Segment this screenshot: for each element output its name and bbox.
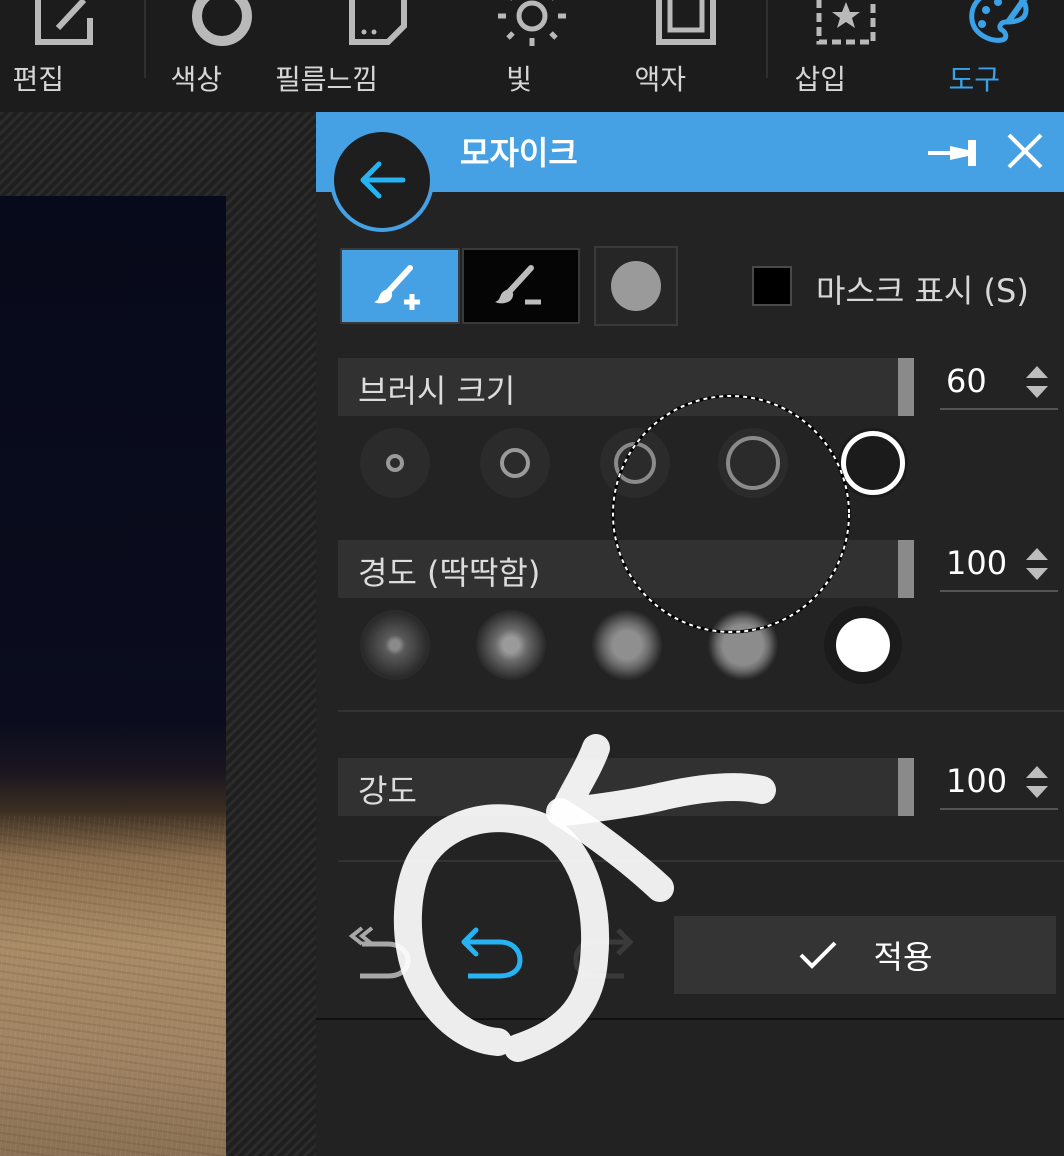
hardness-slider[interactable]: 경도 (딱딱함) [338, 540, 914, 598]
mosaic-panel: 모자이크 마스크 표시 (S) 브러시 크기 60 경도 (딱딱함) 100 강… [316, 112, 1064, 1020]
strength-slider[interactable]: 강도 [338, 758, 914, 816]
erase-brush-icon [495, 265, 541, 305]
hardness-dot-icon [836, 618, 890, 672]
edit-icon [35, 0, 93, 45]
add-brush-button[interactable] [340, 248, 460, 324]
apply-label: 적용 [873, 938, 933, 976]
add-brush-icon [374, 265, 420, 310]
hardness-preset-2[interactable] [476, 610, 546, 680]
size-ring-icon [841, 431, 905, 495]
pin-icon[interactable] [928, 136, 986, 170]
strength-value: 100 [946, 762, 1008, 800]
hardness-preset-3[interactable] [592, 610, 662, 680]
toolbar-separator [144, 0, 146, 78]
divider [338, 860, 1064, 862]
size-ring-icon [500, 448, 530, 478]
hardness-label: 경도 (딱딱함) [358, 554, 541, 592]
apply-button[interactable]: 적용 [674, 916, 1056, 994]
star-sticker-icon [816, 0, 876, 45]
toolbar-separator [766, 0, 768, 78]
hardness-value: 100 [946, 544, 1008, 582]
photo-canvas[interactable] [0, 112, 316, 1156]
photo-image [0, 196, 226, 1156]
panel-title: 모자이크 [460, 134, 578, 172]
size-preset-3[interactable] [600, 428, 670, 498]
stepper-icon[interactable] [1024, 544, 1050, 584]
tab-label: 빛 [506, 63, 533, 96]
hardness-preset-5[interactable] [824, 606, 902, 684]
hardness-preset-1[interactable] [360, 610, 430, 680]
size-preset-2[interactable] [480, 428, 550, 498]
film-icon [349, 0, 407, 45]
brush-size-value: 60 [946, 362, 987, 400]
hardness-preset-4[interactable] [708, 610, 778, 680]
back-arrow-icon [360, 161, 406, 199]
tab-label: 액자 [634, 63, 686, 96]
top-toolbar: 편집 색상 필름느낌 빛 액자 삽입 도구 [0, 0, 1064, 112]
undo-icon[interactable] [458, 924, 524, 984]
undo-all-icon[interactable] [348, 924, 412, 984]
sun-icon [498, 0, 566, 46]
stepper-icon[interactable] [1024, 762, 1050, 802]
size-preset-5[interactable] [838, 428, 908, 498]
stepper-icon[interactable] [1024, 362, 1050, 402]
fill-brush-button[interactable] [594, 246, 678, 326]
strength-value-field[interactable]: 100 [940, 758, 1058, 810]
erase-brush-button[interactable] [462, 248, 580, 324]
checkmark-icon [799, 941, 836, 969]
mask-checkbox[interactable] [752, 266, 792, 306]
tab-label: 편집 [12, 63, 64, 96]
frame-icon [656, 0, 716, 45]
size-ring-icon [614, 442, 656, 484]
brush-size-label: 브러시 크기 [358, 372, 516, 410]
fill-dot-icon [611, 261, 661, 311]
brush-size-slider[interactable]: 브러시 크기 [338, 358, 914, 416]
tab-label: 필름느낌 [274, 63, 379, 96]
size-preset-4[interactable] [718, 428, 788, 498]
size-ring-icon [726, 436, 780, 490]
mask-label: 마스크 표시 (S) [816, 272, 1029, 310]
color-ring-icon [192, 0, 252, 46]
divider [338, 710, 1064, 712]
hardness-value-field[interactable]: 100 [940, 540, 1058, 592]
slider-handle[interactable] [898, 358, 914, 416]
size-preset-1[interactable] [360, 428, 430, 498]
back-button[interactable] [330, 128, 434, 232]
close-icon[interactable] [1006, 132, 1044, 170]
brush-size-value-field[interactable]: 60 [940, 358, 1058, 410]
strength-label: 강도 [358, 772, 417, 810]
slider-handle[interactable] [898, 540, 914, 598]
redo-icon[interactable] [572, 924, 636, 984]
photo-texture [0, 816, 226, 1156]
tab-label: 도구 [948, 63, 1000, 96]
tab-label: 삽입 [794, 63, 846, 96]
slider-handle[interactable] [898, 758, 914, 816]
palette-icon [969, 0, 1029, 43]
tab-label: 색상 [170, 63, 222, 96]
size-ring-icon [386, 454, 404, 472]
